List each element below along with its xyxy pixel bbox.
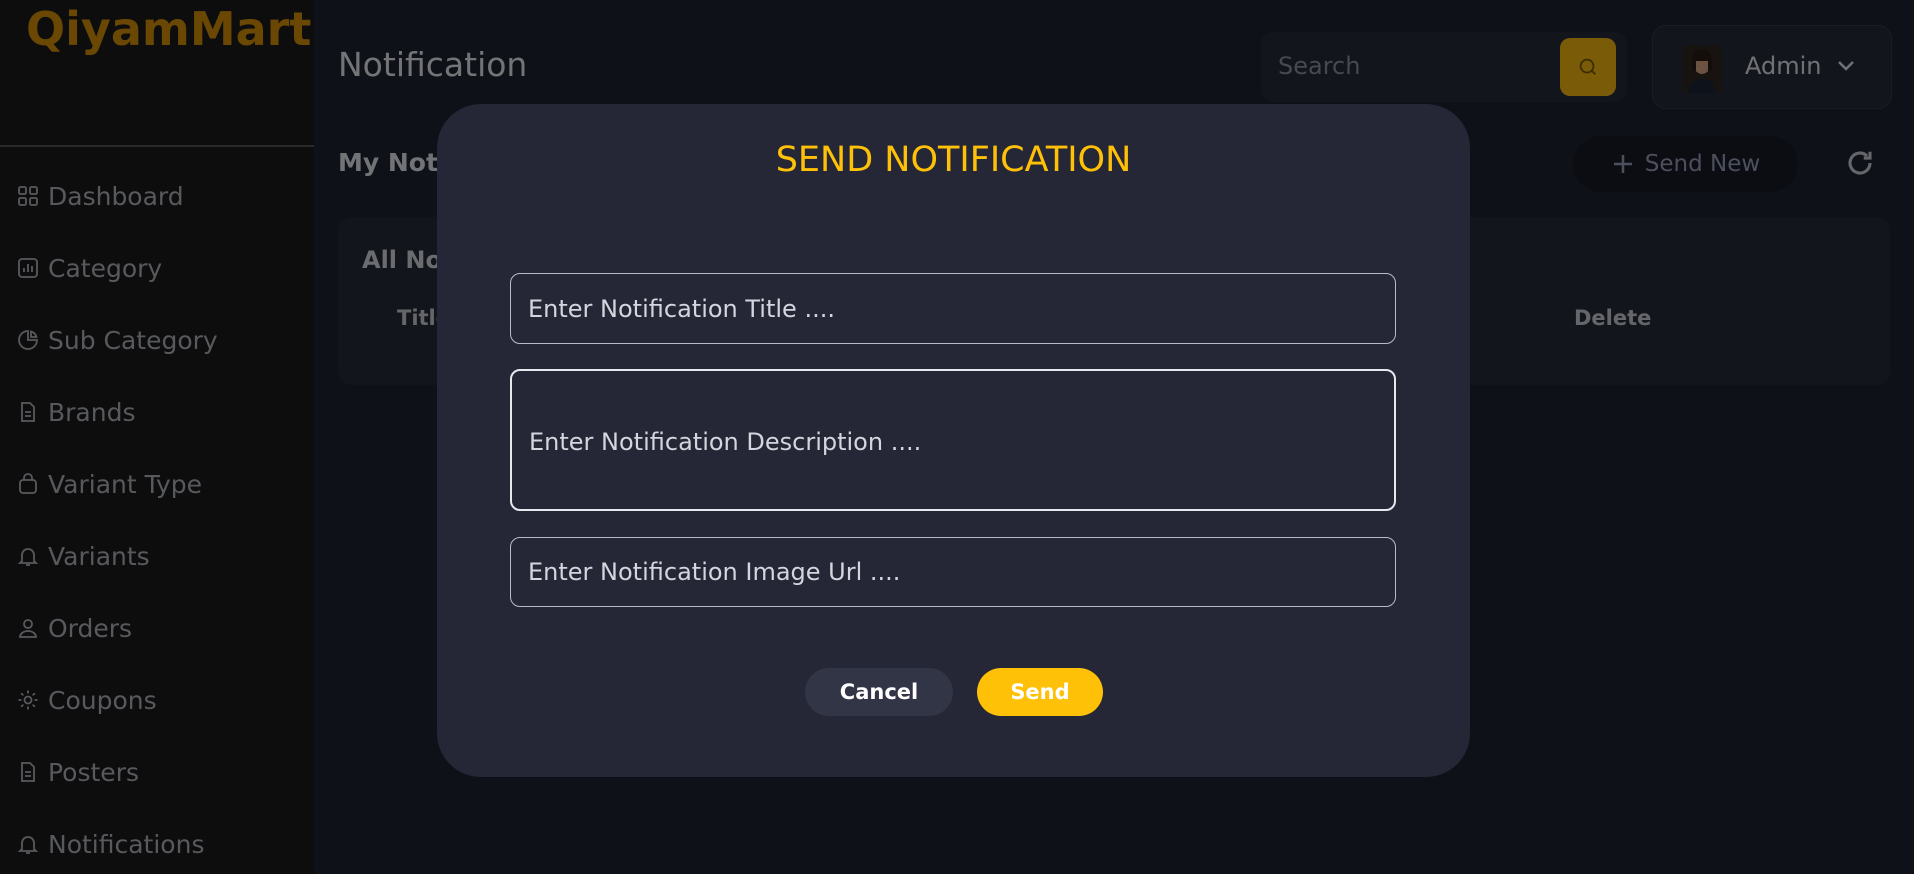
notification-description-input[interactable] <box>510 369 1396 511</box>
modal-title: SEND NOTIFICATION <box>775 140 1132 180</box>
send-button[interactable]: Send <box>977 668 1103 716</box>
cancel-button[interactable]: Cancel <box>805 668 953 716</box>
notification-image-url-input[interactable] <box>510 537 1396 607</box>
notification-title-input[interactable] <box>510 273 1396 344</box>
